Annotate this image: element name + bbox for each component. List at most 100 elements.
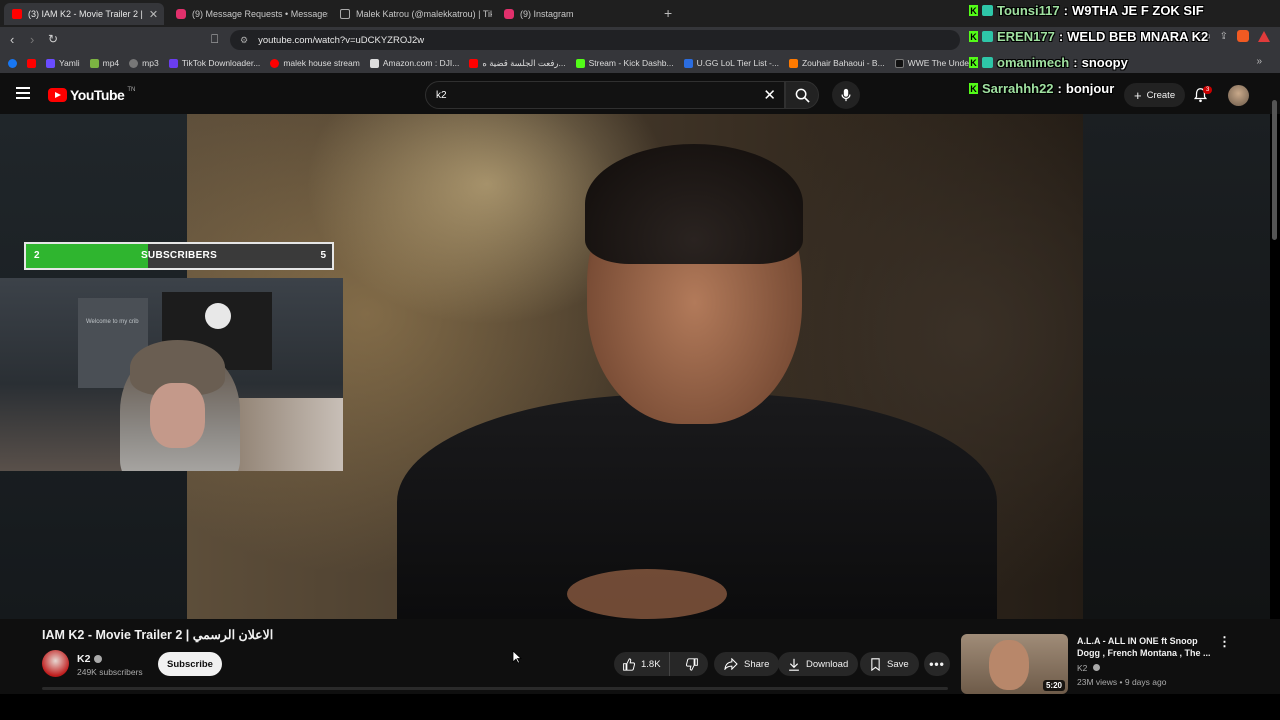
wall-sign-text: Welcome to my crib — [86, 319, 139, 325]
more-actions-button[interactable]: ••• — [924, 652, 950, 676]
more-bookmarks-icon[interactable]: » — [1256, 56, 1262, 67]
bookmark-amazon[interactable]: Amazon.com : DJI... — [369, 58, 460, 68]
facebook-icon — [8, 58, 17, 68]
thumbs-down-icon — [685, 657, 698, 671]
tab-youtube[interactable]: (3) IAM K2 - Movie Trailer 2 | ✕ — [4, 3, 164, 25]
search-query[interactable]: k2 — [436, 90, 447, 101]
mouse-cursor-icon — [512, 650, 522, 664]
rewards-icon[interactable] — [1258, 30, 1270, 42]
create-label: Create — [1146, 89, 1176, 101]
bookmark-wwe[interactable]: WWE The Under — [894, 58, 972, 68]
more-vertical-icon[interactable]: ⋮ — [1218, 634, 1231, 650]
chat-separator: : — [1073, 55, 1078, 70]
like-dislike-group: 1.8K — [614, 652, 708, 676]
tab-label: (9) Message Requests • Messages — [192, 9, 328, 19]
channel-name[interactable]: K2 — [77, 653, 90, 665]
recommended-thumbnail[interactable]: 5:20 — [961, 634, 1068, 694]
channel-avatar[interactable] — [42, 650, 69, 677]
subscriber-goal-bar: 2 SUBSCRIBERS 5 — [24, 242, 334, 270]
site-info-icon[interactable]: ⚙ — [240, 35, 248, 46]
youtube-logo[interactable]: YouTube TN — [48, 87, 135, 103]
like-button[interactable]: 1.8K — [614, 652, 670, 676]
save-button[interactable]: Save — [860, 652, 919, 676]
amazon-icon — [369, 58, 379, 68]
search-icon — [795, 88, 810, 103]
video-subject-hair — [585, 144, 803, 264]
download-button[interactable]: Download — [778, 652, 859, 676]
share-button[interactable]: Share — [714, 652, 780, 676]
menu-icon[interactable] — [16, 87, 30, 102]
bookmark-kick-dashboard[interactable]: Stream - Kick Dashb... — [575, 58, 674, 68]
verified-check-icon — [94, 655, 103, 663]
bookmark-label: mp4 — [102, 58, 120, 68]
chat-text: bonjour — [1065, 81, 1115, 96]
bookmark-mp3[interactable]: mp3 — [129, 58, 159, 68]
chat-username: omanimech — [997, 55, 1070, 70]
reload-icon[interactable]: ↻ — [48, 32, 58, 46]
like-count: 1.8K — [641, 658, 661, 670]
bookmark-youtube[interactable] — [27, 58, 36, 68]
subscribe-button[interactable]: Subscribe — [158, 652, 222, 676]
chat-separator: : — [1063, 3, 1068, 18]
bookmark-label: malek house stream — [283, 58, 360, 68]
subscriber-badge-icon — [982, 57, 993, 68]
bookmark-label: TikTok Downloader... — [181, 58, 261, 68]
new-tab-button[interactable]: + — [664, 5, 672, 21]
bookmark-arabic-video[interactable]: رفعت الجلسة قضية ه... — [469, 58, 566, 69]
streamer-face — [150, 383, 205, 448]
tab-instagram[interactable]: (9) Instagram — [496, 3, 656, 25]
bookmark-icon — [871, 657, 880, 671]
recommended-channel[interactable]: K2 — [1077, 663, 1100, 673]
bookmark-page-icon[interactable]: ⎕ — [211, 32, 218, 47]
search-button[interactable] — [785, 81, 819, 109]
recommended-channel-name[interactable]: K2 — [1077, 663, 1087, 673]
bookmark-malek-house-stream[interactable]: malek house stream — [270, 58, 360, 68]
bookmark-label: Yamli — [59, 58, 80, 68]
bookmark-tiktok-downloader[interactable]: TikTok Downloader... — [168, 58, 261, 68]
share-page-icon[interactable]: ⇪ — [1220, 31, 1228, 42]
chat-username: Sarrahhh22 — [982, 81, 1054, 96]
bookmark-mp4[interactable]: mp4 — [89, 58, 120, 68]
video-title: IAM K2 - Movie Trailer 2 | الاعلان الرسم… — [42, 628, 274, 642]
video-subject-hands — [567, 569, 727, 619]
skull-icon — [205, 303, 231, 329]
thumbs-up-icon — [623, 657, 635, 671]
forward-icon[interactable]: › — [30, 32, 34, 47]
chat-username: EREN177 — [997, 29, 1055, 44]
create-button[interactable]: + Create — [1124, 83, 1186, 107]
tab-tiktok[interactable]: Malek Katrou (@malekkatrou) | TikTo — [332, 3, 492, 25]
url-text[interactable]: youtube.com/watch?v=uDCKYZROJ2w — [258, 35, 424, 46]
tab-messages[interactable]: (9) Message Requests • Messages — [168, 3, 328, 25]
bookmark-zouhair[interactable]: Zouhair Bahaoui - B... — [788, 58, 885, 68]
channel-name-row[interactable]: K2 — [77, 653, 103, 665]
share-icon — [724, 658, 738, 670]
youtube-icon — [27, 58, 36, 68]
back-icon[interactable]: ‹ — [10, 32, 14, 47]
player-side-right — [1083, 114, 1270, 619]
bookmark-label: Stream - Kick Dashb... — [588, 58, 674, 68]
download-label: Download — [806, 658, 849, 670]
close-tab-icon[interactable]: ✕ — [149, 8, 158, 21]
bookmark-yamli[interactable]: Yamli — [46, 58, 80, 68]
recommended-title[interactable]: A.L.A - ALL IN ONE ft Snoop Dogg , Frenc… — [1077, 635, 1212, 659]
video-icon — [788, 58, 798, 68]
subscriber-count: 249K subscribers — [77, 667, 143, 677]
plus-icon: + — [1134, 87, 1142, 103]
notification-count-badge: 3 — [1203, 86, 1213, 94]
search-input[interactable]: k2 ✕ — [425, 81, 785, 109]
clear-search-icon[interactable]: ✕ — [763, 86, 776, 104]
youtube-favicon-icon — [12, 9, 22, 19]
brave-shield-icon[interactable] — [1237, 30, 1249, 42]
bookmark-facebook[interactable] — [8, 58, 17, 68]
dislike-button[interactable] — [676, 652, 709, 676]
page-scrollbar-thumb[interactable] — [1272, 100, 1277, 240]
chat-separator: : — [1058, 29, 1064, 44]
account-avatar[interactable] — [1228, 85, 1249, 106]
bookmark-label: mp3 — [142, 58, 159, 68]
chat-separator: : — [1057, 81, 1062, 96]
bookmark-ugg[interactable]: U.GG LoL Tier List -... — [683, 58, 779, 68]
youtube-icon — [270, 58, 280, 68]
bookmark-label: Amazon.com : DJI... — [382, 58, 460, 68]
voice-search-button[interactable] — [832, 81, 860, 109]
address-bar[interactable]: ⚙ youtube.com/watch?v=uDCKYZROJ2w — [230, 30, 960, 50]
